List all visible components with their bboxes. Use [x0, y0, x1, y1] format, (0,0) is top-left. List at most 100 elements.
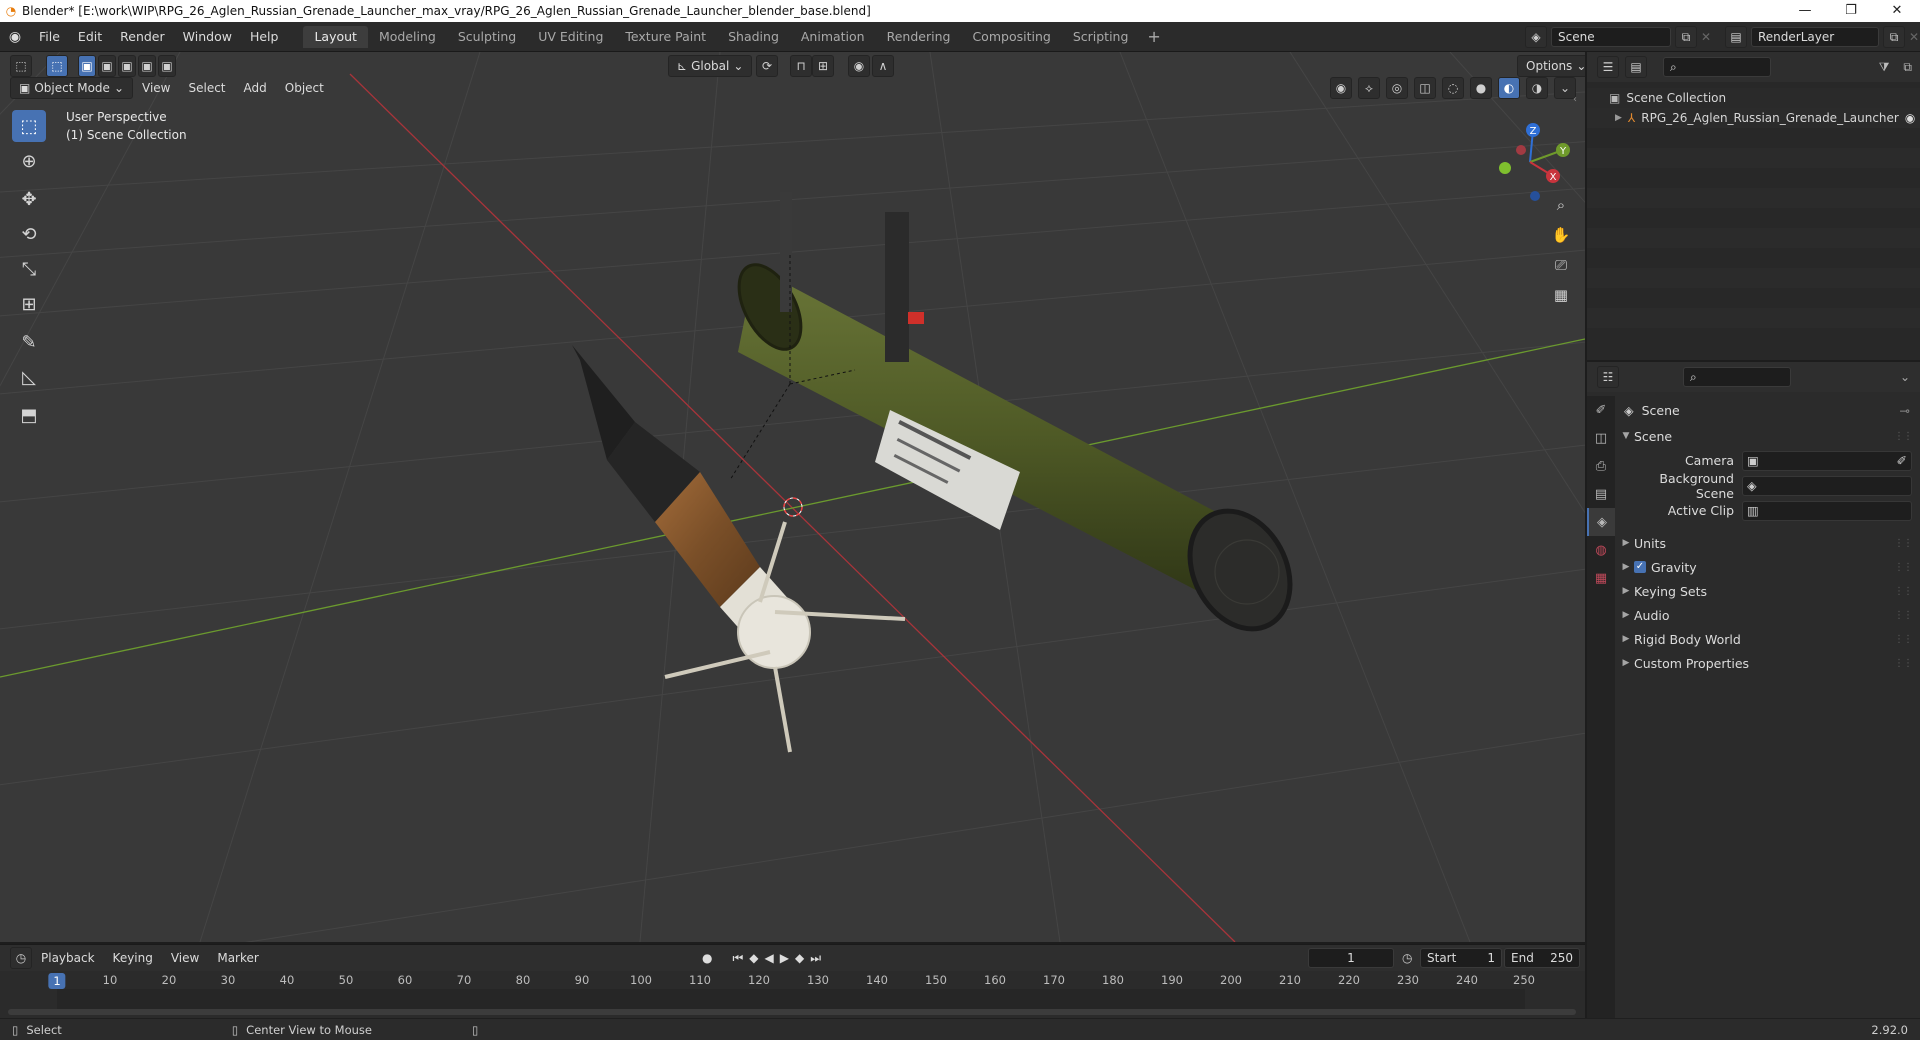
- viewport-menu-view[interactable]: View: [133, 77, 179, 99]
- select-invert-icon[interactable]: ▣: [138, 55, 156, 77]
- visibility-eye-icon[interactable]: ◉: [1905, 111, 1915, 125]
- new-collection-icon[interactable]: ⧉: [1903, 60, 1912, 75]
- minimize-button[interactable]: —: [1782, 0, 1828, 22]
- properties-search-input[interactable]: ⌕: [1683, 367, 1791, 387]
- jump-start-icon[interactable]: ⏮: [732, 951, 743, 966]
- ortho-grid-icon[interactable]: ▦: [1548, 282, 1574, 308]
- tab-modeling[interactable]: Modeling: [368, 26, 447, 48]
- start-frame-field[interactable]: Start 1: [1420, 948, 1502, 968]
- navigation-gizmo[interactable]: Z Y X: [1485, 114, 1575, 204]
- current-frame-field[interactable]: 1: [1308, 948, 1394, 968]
- xray-toggle-icon[interactable]: ◫: [1414, 77, 1436, 99]
- pivot-point-icon[interactable]: ⟳: [756, 55, 778, 77]
- texture-tab-icon[interactable]: ▦: [1587, 564, 1615, 592]
- timeline-menu-keying[interactable]: Keying: [104, 947, 162, 969]
- view-layer-field[interactable]: RenderLayer: [1751, 27, 1879, 47]
- tab-shading[interactable]: Shading: [717, 26, 790, 48]
- scene-panel-header[interactable]: ▼ Scene ⋮⋮: [1618, 424, 1920, 448]
- shading-material-icon[interactable]: ◐: [1498, 77, 1520, 99]
- shading-solid-icon[interactable]: ●: [1470, 77, 1492, 99]
- close-button[interactable]: ✕: [1874, 0, 1920, 22]
- select-tool-icon[interactable]: ⬚: [12, 110, 46, 142]
- snap-target-icon[interactable]: ⊞: [812, 55, 834, 77]
- audio-panel-header[interactable]: ▶ Audio ⋮⋮: [1618, 603, 1920, 627]
- auto-keying-icon[interactable]: ●: [702, 951, 712, 965]
- menu-file[interactable]: File: [30, 22, 69, 52]
- rigid-body-panel-header[interactable]: ▶ Rigid Body World ⋮⋮: [1618, 627, 1920, 651]
- scene-selector-icon[interactable]: ◈: [1525, 26, 1547, 48]
- end-frame-field[interactable]: End 250: [1504, 948, 1580, 968]
- pan-hand-icon[interactable]: ✋: [1548, 222, 1574, 248]
- menu-help[interactable]: Help: [241, 22, 288, 52]
- play-icon[interactable]: ▶: [780, 951, 789, 965]
- annotate-tool-icon[interactable]: ✎: [12, 326, 46, 358]
- tab-rendering[interactable]: Rendering: [876, 26, 962, 48]
- gizmo-toggle-icon[interactable]: ⟡: [1358, 77, 1380, 99]
- proportional-edit-icon[interactable]: ◉: [848, 55, 870, 77]
- properties-editor-icon[interactable]: ☷: [1597, 366, 1619, 388]
- editor-type-icon[interactable]: ⬚: [10, 55, 32, 77]
- keying-sets-panel-header[interactable]: ▶ Keying Sets ⋮⋮: [1618, 579, 1920, 603]
- outliner-row-scene-collection[interactable]: ▣ Scene Collection: [1587, 88, 1920, 108]
- output-tab-icon[interactable]: ⎙: [1587, 452, 1615, 480]
- zoom-icon[interactable]: ⌕: [1548, 192, 1574, 218]
- outliner-search-input[interactable]: ⌕: [1663, 57, 1771, 77]
- new-scene-icon[interactable]: ⧉: [1675, 26, 1697, 48]
- prev-keyframe-icon[interactable]: ◆: [749, 951, 758, 965]
- chevron-down-icon[interactable]: ⌄: [1900, 370, 1910, 384]
- options-dropdown[interactable]: Options ⌄: [1517, 55, 1585, 77]
- next-keyframe-icon[interactable]: ◆: [795, 951, 804, 965]
- units-panel-header[interactable]: ▶ Units ⋮⋮: [1618, 531, 1920, 555]
- tab-scripting[interactable]: Scripting: [1062, 26, 1140, 48]
- render-tab-icon[interactable]: ◫: [1587, 424, 1615, 452]
- gravity-panel-header[interactable]: ▶ ✓ Gravity ⋮⋮: [1618, 555, 1920, 579]
- play-reverse-icon[interactable]: ◀: [765, 951, 774, 965]
- add-cube-tool-icon[interactable]: ⬒: [12, 399, 46, 431]
- shading-wireframe-icon[interactable]: ◌: [1442, 77, 1464, 99]
- mode-dropdown[interactable]: ▣ Object Mode ⌄: [10, 77, 133, 99]
- current-frame-marker[interactable]: 1: [48, 973, 66, 989]
- timeline-menu-playback[interactable]: Playback: [32, 947, 104, 969]
- maximize-button[interactable]: ❐: [1828, 0, 1874, 22]
- scene-name-field[interactable]: Scene: [1551, 27, 1671, 47]
- outliner-editor-icon[interactable]: ☰: [1597, 56, 1619, 78]
- viewport-scene[interactable]: [0, 52, 1585, 942]
- viewport-menu-add[interactable]: Add: [235, 77, 276, 99]
- new-view-layer-icon[interactable]: ⧉: [1883, 26, 1905, 48]
- falloff-icon[interactable]: ∧: [872, 55, 894, 77]
- active-clip-field[interactable]: ▥: [1742, 500, 1912, 521]
- measure-tool-icon[interactable]: ◺: [12, 361, 46, 393]
- sidebar-toggle-icon[interactable]: ‹: [1573, 94, 1577, 105]
- tab-texture-paint[interactable]: Texture Paint: [614, 26, 717, 48]
- viewport-menu-select[interactable]: Select: [179, 77, 234, 99]
- camera-view-icon[interactable]: ⎚: [1548, 252, 1574, 278]
- select-extend-icon[interactable]: ▣: [98, 55, 116, 77]
- launcher-tube[interactable]: [726, 192, 1309, 646]
- menu-edit[interactable]: Edit: [69, 22, 111, 52]
- timeline-menu-view[interactable]: View: [162, 947, 208, 969]
- timeline-editor-icon[interactable]: ◷: [10, 947, 32, 969]
- snap-icon[interactable]: ⊓: [790, 55, 812, 77]
- display-mode-icon[interactable]: ▤: [1625, 56, 1647, 78]
- menu-render[interactable]: Render: [111, 22, 174, 52]
- shading-rendered-icon[interactable]: ◑: [1526, 77, 1548, 99]
- tab-compositing[interactable]: Compositing: [961, 26, 1061, 48]
- visibility-eye-icon[interactable]: ◉: [1330, 77, 1352, 99]
- world-tab-icon[interactable]: ◍: [1587, 536, 1615, 564]
- transform-orientation-dropdown[interactable]: ⊾ Global ⌄: [668, 55, 753, 77]
- add-workspace-button[interactable]: +: [1139, 26, 1168, 48]
- tool-tab-icon[interactable]: ✐: [1587, 396, 1615, 424]
- background-scene-field[interactable]: ◈: [1742, 475, 1912, 496]
- overlay-toggle-icon[interactable]: ◎: [1386, 77, 1408, 99]
- tab-uv-editing[interactable]: UV Editing: [527, 26, 614, 48]
- filter-icon[interactable]: ⧩: [1879, 60, 1890, 75]
- camera-field[interactable]: ▣ ✐: [1742, 450, 1912, 471]
- view-layer-selector-icon[interactable]: ▤: [1725, 26, 1747, 48]
- select-intersect-icon[interactable]: ▣: [158, 55, 176, 77]
- timeline-scrollbar[interactable]: [8, 1009, 1576, 1015]
- expand-arrow-icon[interactable]: ▶: [1615, 113, 1622, 123]
- gravity-checkbox[interactable]: ✓: [1634, 561, 1646, 573]
- scale-tool-icon[interactable]: ⤡: [12, 253, 46, 285]
- timeline-menu-marker[interactable]: Marker: [208, 947, 267, 969]
- rotate-tool-icon[interactable]: ⟲: [12, 218, 46, 250]
